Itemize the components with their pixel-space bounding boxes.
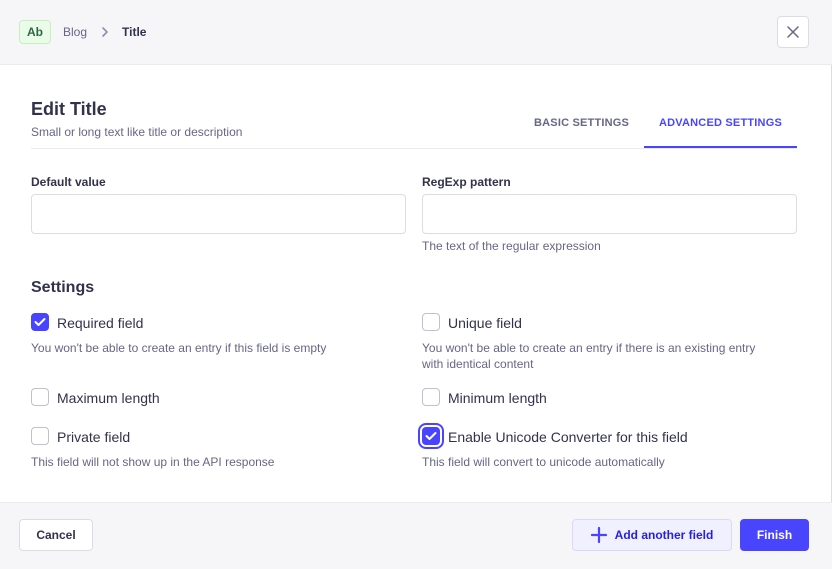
regexp-pattern-input[interactable] — [422, 194, 797, 234]
page-subtitle: Small or long text like title or descrip… — [31, 125, 243, 139]
check-icon — [425, 432, 437, 440]
settings-heading: Settings — [31, 279, 95, 296]
required-field-hint: You won't be able to create an entry if … — [31, 341, 327, 355]
field-type-badge: Ab — [19, 20, 51, 44]
edit-field-modal: Ab Blog Title Edit Title Small or long t… — [0, 0, 832, 569]
unicode-converter-label[interactable]: Enable Unicode Converter for this field — [448, 429, 688, 445]
unicode-converter-hint: This field will convert to unicode autom… — [422, 455, 665, 469]
close-icon — [787, 26, 799, 38]
plus-icon — [590, 527, 607, 543]
breadcrumb-current: Title — [122, 25, 147, 39]
chevron-right-icon — [102, 27, 108, 37]
page-title: Edit Title — [31, 99, 107, 119]
tab-basic-settings[interactable]: BASIC SETTINGS — [534, 117, 629, 130]
cancel-button[interactable]: Cancel — [19, 519, 93, 551]
tab-advanced-settings[interactable]: ADVANCED SETTINGS — [659, 117, 782, 130]
breadcrumb-parent[interactable]: Blog — [63, 25, 87, 40]
unique-field-label[interactable]: Unique field — [448, 315, 522, 331]
check-icon — [34, 318, 46, 326]
unique-field-checkbox[interactable] — [422, 313, 440, 331]
unique-field-hint-line1: You won't be able to create an entry if … — [422, 341, 756, 355]
private-field-label[interactable]: Private field — [57, 429, 130, 445]
finish-button[interactable]: Finish — [740, 519, 809, 551]
minimum-length-label[interactable]: Minimum length — [448, 390, 547, 406]
required-field-checkbox[interactable] — [31, 313, 49, 331]
add-another-field-label: Add another field — [614, 528, 714, 542]
maximum-length-label[interactable]: Maximum length — [57, 390, 160, 406]
tabs-divider — [31, 148, 797, 149]
default-value-input[interactable] — [31, 194, 406, 234]
default-value-label: Default value — [31, 175, 106, 189]
regexp-pattern-hint: The text of the regular expression — [422, 239, 601, 253]
maximum-length-checkbox[interactable] — [31, 388, 49, 406]
add-another-field-button[interactable]: Add another field — [572, 519, 732, 551]
active-tab-indicator — [644, 146, 797, 148]
unique-field-hint-line2: with identical content — [422, 357, 534, 371]
unicode-converter-checkbox[interactable] — [418, 423, 444, 449]
close-button[interactable] — [777, 16, 809, 48]
regexp-pattern-label: RegExp pattern — [422, 175, 511, 189]
private-field-checkbox[interactable] — [31, 427, 49, 445]
private-field-hint: This field will not show up in the API r… — [31, 455, 275, 469]
minimum-length-checkbox[interactable] — [422, 388, 440, 406]
required-field-label[interactable]: Required field — [57, 315, 143, 331]
modal-header: Ab Blog Title — [0, 0, 832, 65]
